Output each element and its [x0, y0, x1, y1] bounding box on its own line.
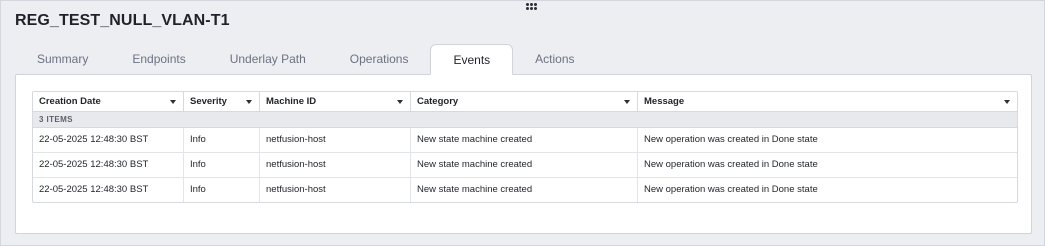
cell-severity: Info [184, 128, 260, 152]
caret-down-icon[interactable] [397, 100, 403, 104]
cell-machine-id: netfusion-host [260, 128, 411, 152]
tab-operations[interactable]: Operations [328, 44, 431, 74]
page-title: REG_TEST_NULL_VLAN-T1 [15, 12, 230, 29]
table-header: Creation Date Severity Machine ID Catego… [33, 92, 1017, 112]
caret-down-icon[interactable] [1004, 100, 1010, 104]
cell-creation-date: 22-05-2025 12:48:30 BST [33, 178, 184, 202]
cell-category: New state machine created [411, 178, 638, 202]
drag-handle-icon[interactable] [526, 3, 538, 11]
column-label: Severity [190, 96, 227, 107]
column-header-message[interactable]: Message [638, 92, 1017, 111]
caret-down-icon[interactable] [246, 100, 252, 104]
column-header-machine-id[interactable]: Machine ID [260, 92, 411, 111]
cell-message: New operation was created in Done state [644, 184, 818, 195]
column-label: Creation Date [39, 96, 101, 107]
table-row[interactable]: 22-05-2025 12:48:30 BST Info netfusion-h… [33, 128, 1017, 153]
events-table: Creation Date Severity Machine ID Catego… [32, 91, 1018, 203]
column-header-creation-date[interactable]: Creation Date [33, 92, 184, 111]
caret-down-icon[interactable] [624, 100, 630, 104]
tab-underlay-path[interactable]: Underlay Path [208, 44, 328, 74]
cell-creation-date: 22-05-2025 12:48:30 BST [33, 153, 184, 177]
column-label: Category [417, 96, 459, 107]
cell-severity: Info [184, 178, 260, 202]
table-row[interactable]: 22-05-2025 12:48:30 BST Info netfusion-h… [33, 153, 1017, 178]
cell-machine-id: netfusion-host [260, 178, 411, 202]
column-label: Message [644, 96, 685, 107]
item-count: 3 ITEMS [33, 112, 1017, 128]
column-label: Machine ID [266, 96, 317, 107]
column-header-severity[interactable]: Severity [184, 92, 260, 111]
cell-severity: Info [184, 153, 260, 177]
cell-message: New operation was created in Done state [644, 134, 818, 145]
tab-summary[interactable]: Summary [15, 44, 110, 74]
cell-machine-id: netfusion-host [260, 153, 411, 177]
caret-down-icon[interactable] [170, 100, 176, 104]
table-row[interactable]: 22-05-2025 12:48:30 BST Info netfusion-h… [33, 178, 1017, 202]
column-header-category[interactable]: Category [411, 92, 638, 111]
tab-endpoints[interactable]: Endpoints [110, 44, 207, 74]
cell-category: New state machine created [411, 153, 638, 177]
tab-bar: Summary Endpoints Underlay Path Operatio… [15, 44, 597, 75]
events-window: REG_TEST_NULL_VLAN-T1 Summary Endpoints … [0, 0, 1045, 246]
cell-message: New operation was created in Done state [644, 159, 818, 170]
tab-events[interactable]: Events [430, 44, 514, 75]
tab-actions[interactable]: Actions [513, 44, 596, 74]
cell-category: New state machine created [411, 128, 638, 152]
cell-creation-date: 22-05-2025 12:48:30 BST [33, 128, 184, 152]
events-panel: Creation Date Severity Machine ID Catego… [15, 74, 1032, 234]
